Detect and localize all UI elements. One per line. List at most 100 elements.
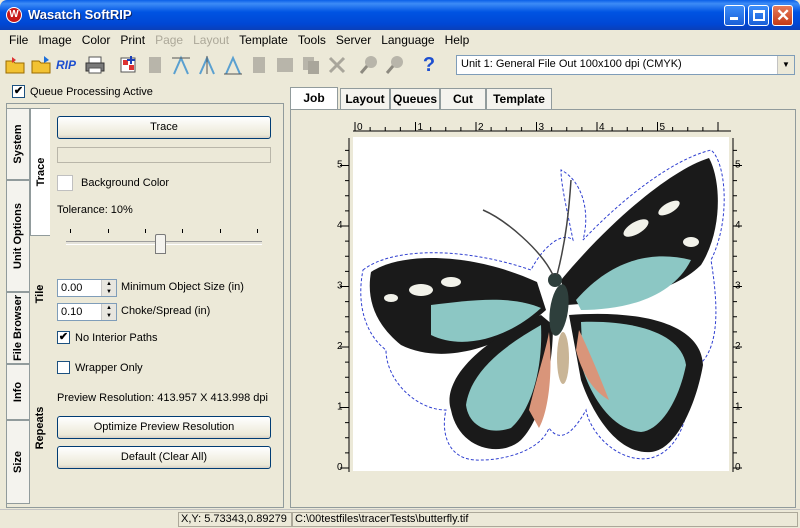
- ruler-label-v: 0: [735, 462, 741, 473]
- tab-layout[interactable]: Layout: [340, 88, 390, 109]
- page-disabled-icon: [144, 54, 166, 76]
- optimize-preview-button[interactable]: Optimize Preview Resolution: [57, 416, 271, 439]
- side-tabs: System Unit Options File Browser Info Si…: [6, 108, 30, 504]
- subtab-trace[interactable]: Trace: [30, 108, 50, 236]
- left-wing-spot: [384, 294, 398, 302]
- spin-down-icon[interactable]: ▼: [101, 312, 116, 320]
- align-left-icon[interactable]: [170, 54, 192, 76]
- minimize-button[interactable]: [724, 5, 745, 26]
- subtab-repeats[interactable]: Repeats: [30, 352, 50, 504]
- ruler-label-v: 4: [337, 220, 343, 231]
- menu-image[interactable]: Image: [33, 33, 76, 47]
- maximize-button[interactable]: [748, 5, 769, 26]
- tab-size[interactable]: Size: [6, 420, 30, 504]
- menu-color[interactable]: Color: [77, 33, 116, 47]
- open-queue-icon[interactable]: [30, 54, 52, 76]
- checkbox-check-icon[interactable]: ✔: [12, 85, 25, 98]
- ruler-label-v: 0: [337, 462, 343, 473]
- background-color-swatch[interactable]: [57, 175, 73, 191]
- open-folder-icon[interactable]: [4, 54, 26, 76]
- ruler-label-v: 5: [735, 160, 741, 171]
- ruler-label-v: 5: [337, 160, 343, 171]
- preview-resolution-text: Preview Resolution: 413.957 X 413.998 dp…: [57, 392, 268, 404]
- no-interior-paths-checkbox[interactable]: ✔ No Interior Paths: [57, 331, 158, 344]
- tolerance-slider-thumb[interactable]: [155, 234, 166, 254]
- vertical-ruler-right: 5 4 3 2 1 0: [732, 138, 742, 473]
- menu-tools[interactable]: Tools: [293, 33, 331, 47]
- choke-spread-stepper[interactable]: 0.10 ▲ ▼: [57, 303, 117, 321]
- status-bar: X,Y: 5.73343,0.89279 C:\00testfiles\trac…: [0, 509, 800, 528]
- tab-info[interactable]: Info: [6, 364, 30, 420]
- wasatch-logo-icon[interactable]: W: [6, 7, 22, 23]
- default-clear-all-button[interactable]: Default (Clear All): [57, 446, 271, 469]
- ruler-label-h: 0: [357, 122, 363, 133]
- choke-spread-label: Choke/Spread (in): [121, 305, 211, 317]
- queue-processing-label: Queue Processing Active: [30, 85, 153, 98]
- min-object-size-value: 0.00: [61, 282, 83, 294]
- tab-system[interactable]: System: [6, 108, 30, 180]
- ruler-label-v: 4: [735, 220, 741, 231]
- coords-readout: X,Y: 5.73343,0.89279: [178, 512, 292, 527]
- copy-icon: [300, 54, 322, 76]
- preview-viewport[interactable]: 0 1 2 3 4 5 5 4 3 2 1 0 5 4 3 2 1 0: [290, 109, 796, 508]
- tolerance-label: Tolerance: 10%: [57, 204, 133, 216]
- menu-template[interactable]: Template: [234, 33, 293, 47]
- slider-tick: [220, 229, 221, 233]
- ruler-label-h: 3: [539, 122, 545, 133]
- tab-cut[interactable]: Cut: [440, 88, 486, 109]
- align-center-icon[interactable]: [196, 54, 218, 76]
- tab-template[interactable]: Template: [486, 88, 552, 109]
- tab-job[interactable]: Job: [290, 87, 338, 109]
- tab-file-browser[interactable]: File Browser: [6, 292, 30, 364]
- preview-canvas[interactable]: 0 1 2 3 4 5 5 4 3 2 1 0 5 4 3 2 1 0: [291, 110, 795, 507]
- ruler-label-v: 1: [735, 402, 741, 413]
- ruler-label-h: 2: [478, 122, 484, 133]
- unit-select[interactable]: Unit 1: General File Out 100x100 dpi (CM…: [456, 55, 795, 75]
- spin-up-icon[interactable]: ▲: [101, 280, 116, 288]
- menu-print[interactable]: Print: [115, 33, 150, 47]
- menu-language[interactable]: Language: [376, 33, 439, 47]
- background-color-label: Background Color: [81, 177, 170, 189]
- menu-file[interactable]: File: [4, 33, 33, 47]
- tile-icon: [274, 54, 296, 76]
- close-button[interactable]: ✕: [772, 5, 793, 26]
- ruler-label-v: 3: [735, 281, 741, 292]
- ruler-label-v: 3: [337, 281, 343, 292]
- subtab-tile[interactable]: Tile: [30, 236, 50, 352]
- printer-icon[interactable]: [84, 54, 106, 76]
- ruler-label-v: 2: [735, 341, 741, 352]
- slider-tick: [70, 229, 71, 233]
- spin-down-icon[interactable]: ▼: [101, 288, 116, 296]
- slider-tick: [145, 229, 146, 233]
- spin-up-icon[interactable]: ▲: [101, 304, 116, 312]
- min-object-size-stepper[interactable]: 0.00 ▲ ▼: [57, 279, 117, 297]
- tab-unit-options[interactable]: Unit Options: [6, 180, 30, 292]
- help-button[interactable]: ?: [418, 54, 440, 76]
- ruler-label-h: 1: [418, 122, 424, 133]
- no-interior-paths-label: No Interior Paths: [75, 331, 158, 344]
- zoom-in-icon: [358, 54, 380, 76]
- checkbox-check-icon[interactable]: ✔: [57, 331, 70, 344]
- rip-button[interactable]: RIP: [56, 54, 80, 76]
- delete-icon: [326, 54, 348, 76]
- file-path-readout: C:\00testfiles\tracerTests\butterfly.tif: [292, 512, 798, 527]
- unit-select-value: Unit 1: General File Out 100x100 dpi (CM…: [461, 58, 682, 70]
- chevron-down-icon[interactable]: ▼: [777, 56, 794, 74]
- zoom-out-icon: [384, 54, 406, 76]
- menu-help[interactable]: Help: [440, 33, 475, 47]
- layout-grid-icon[interactable]: [118, 54, 140, 76]
- ruler-label-h: 5: [660, 122, 666, 133]
- checkbox-box[interactable]: [57, 361, 70, 374]
- align-right-icon[interactable]: [222, 54, 244, 76]
- menu-server[interactable]: Server: [331, 33, 376, 47]
- title-bar[interactable]: W Wasatch SoftRIP ✕: [0, 0, 800, 30]
- window-title: Wasatch SoftRIP: [28, 7, 132, 22]
- close-icon: ✕: [776, 6, 791, 25]
- menu-bar: File Image Color Print Page Layout Templ…: [0, 30, 800, 50]
- trace-button[interactable]: Trace: [57, 116, 271, 139]
- queue-processing-checkbox[interactable]: ✔ Queue Processing Active: [12, 85, 153, 98]
- butterfly-head: [548, 273, 562, 287]
- left-wing-spot: [441, 277, 461, 287]
- wrapper-only-checkbox[interactable]: Wrapper Only: [57, 361, 143, 374]
- tab-queues[interactable]: Queues: [390, 88, 440, 109]
